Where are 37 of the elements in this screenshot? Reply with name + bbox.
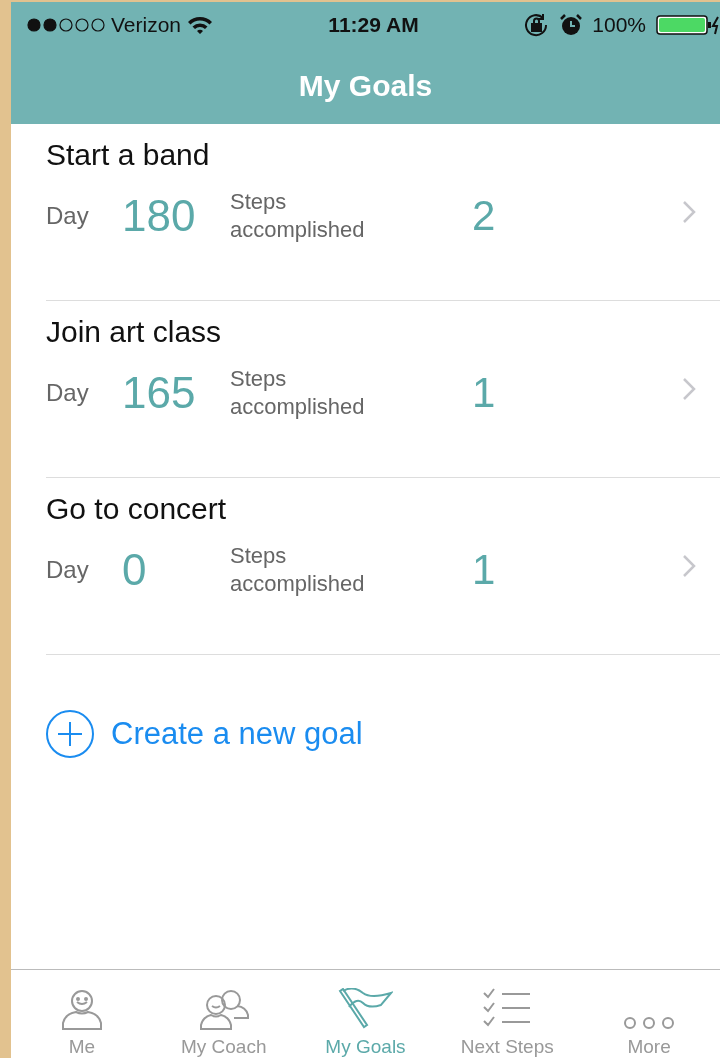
day-count: 0 — [122, 545, 148, 595]
signal-icon — [27, 18, 105, 32]
screen-title: My Goals — [298, 69, 433, 103]
wifi-icon — [187, 15, 214, 35]
day-label: Day — [46, 556, 90, 584]
chevron-right-icon[interactable] — [682, 377, 696, 401]
steps-label: Steps accomplished — [230, 365, 365, 421]
flag-icon — [337, 988, 394, 1030]
plus-circle-icon — [45, 709, 95, 759]
tab-bar-item[interactable]: Me — [11, 970, 153, 1058]
tab-bar-item[interactable]: My Goals — [294, 970, 437, 1058]
tab-bar-item[interactable]: Next Steps — [436, 970, 579, 1058]
alarm-icon — [560, 14, 583, 36]
goal-title: Start a band — [46, 138, 211, 172]
goal-title: Join art class — [46, 315, 223, 349]
more-icon — [623, 1016, 676, 1030]
day-count: 180 — [122, 191, 197, 241]
battery-percent: 100% — [592, 13, 646, 37]
battery-icon — [656, 15, 720, 35]
steps-label: Steps accomplished — [230, 188, 365, 244]
tab-bar-item[interactable]: More — [578, 970, 720, 1058]
day-count: 165 — [122, 368, 197, 418]
steps-count: 1 — [472, 546, 496, 594]
goal-title: Go to concert — [46, 492, 228, 526]
steps-count: 1 — [472, 369, 496, 417]
status-time: 11:29 AM — [328, 13, 419, 36]
people-icon — [197, 988, 250, 1030]
steps-label: Steps accomplished — [230, 542, 365, 598]
tab-bar-item[interactable]: My Coach — [152, 970, 295, 1058]
chevron-right-icon[interactable] — [682, 200, 696, 224]
steps-count: 2 — [472, 192, 496, 240]
create-goal-button[interactable]: Create a new goal — [45, 709, 720, 759]
day-label: Day — [46, 202, 90, 230]
person-icon — [60, 988, 103, 1030]
day-label: Day — [46, 379, 90, 407]
carrier-name: Verizon — [111, 13, 182, 37]
chevron-right-icon[interactable] — [682, 554, 696, 578]
